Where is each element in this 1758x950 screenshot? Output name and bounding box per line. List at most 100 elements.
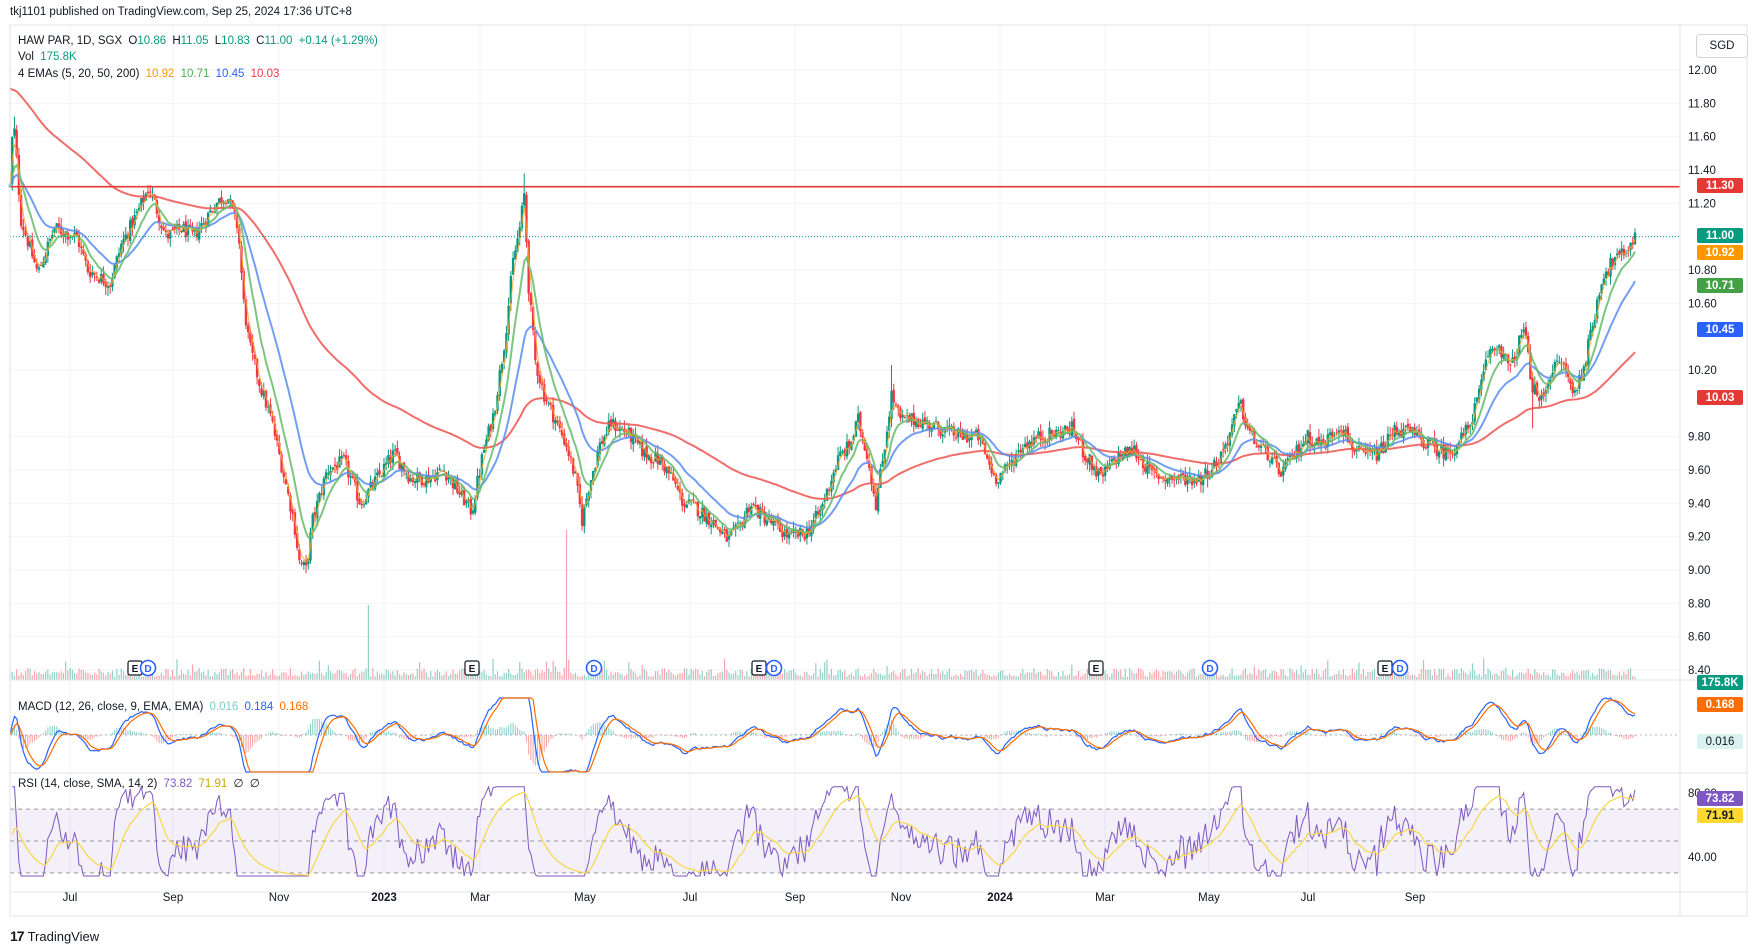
volume-bar: [1104, 670, 1106, 680]
legend-vol-label[interactable]: Vol: [18, 51, 34, 63]
volume-bar: [1429, 669, 1431, 680]
volume-bar: [1576, 671, 1578, 680]
volume-bar: [1113, 668, 1115, 680]
volume-bar: [303, 675, 305, 680]
candle-body: [91, 272, 94, 276]
volume-bar: [1064, 675, 1066, 680]
volume-bar: [906, 676, 908, 680]
volume-bar: [1538, 673, 1540, 680]
volume-bar: [352, 670, 354, 680]
volume-bar: [1008, 673, 1011, 680]
resistance-line[interactable]: [10, 185, 1680, 238]
volume-bar: [933, 674, 935, 680]
volume-bar: [443, 674, 445, 680]
volume-bar: [897, 676, 899, 680]
candle-body: [135, 211, 139, 214]
volume-bar: [1362, 669, 1365, 680]
candle-body: [300, 562, 303, 564]
volume-bar: [1487, 668, 1489, 680]
event-label: D: [1396, 664, 1403, 675]
volume-bar: [1367, 672, 1369, 680]
volume-bar: [1632, 676, 1634, 680]
currency-button[interactable]: SGD: [1696, 34, 1748, 58]
volume-bars: [9, 530, 1636, 680]
volume-bar: [1184, 676, 1186, 680]
volume-bar: [910, 668, 913, 680]
volume-bar: [1048, 670, 1051, 680]
volume-bar: [1073, 676, 1075, 680]
volume-bar: [917, 668, 919, 680]
volume-bar: [247, 675, 249, 680]
event-label: D: [1206, 664, 1213, 675]
volume-bar: [1055, 676, 1057, 680]
volume-bar: [648, 676, 650, 680]
volume-bar: [1558, 675, 1560, 680]
candle-body: [1486, 356, 1490, 358]
volume-bar: [296, 675, 298, 680]
volume-bar: [1013, 675, 1015, 680]
volume-bar: [692, 670, 694, 680]
volume-bar: [452, 669, 454, 680]
volume-bar: [1071, 664, 1073, 680]
volume-bar: [483, 669, 485, 680]
volume-bar: [603, 660, 605, 680]
volume-bar: [349, 674, 352, 680]
chart-canvas[interactable]: EDEDEDEDED 12.0011.8011.6011.4011.2010.8…: [0, 0, 1758, 950]
volume-bar: [697, 669, 699, 680]
volume-bar: [249, 668, 252, 680]
legend-ema-label[interactable]: 4 EMAs (5, 20, 50, 200): [18, 68, 139, 80]
ema-lines: [9, 87, 1636, 563]
volume-bar: [1086, 668, 1088, 680]
volume-bar: [681, 673, 683, 680]
volume-bar: [321, 673, 323, 680]
candle-body: [202, 223, 205, 225]
legend-macd-label[interactable]: MACD (12, 26, close, 9, EMA, EMA): [18, 701, 203, 713]
volume-bar: [939, 673, 942, 680]
volume-bar: [272, 669, 274, 680]
legend-rsi-label[interactable]: RSI (14, close, SMA, 14, 2): [18, 778, 157, 790]
volume-bar: [1583, 670, 1585, 680]
legend-symbol[interactable]: HAW PAR, 1D, SGX: [18, 35, 122, 47]
volume-bar: [855, 670, 857, 680]
volume-bar: [414, 676, 416, 680]
candle-body: [1520, 334, 1523, 338]
volume-bar: [227, 674, 229, 680]
volume-bar: [1077, 670, 1080, 680]
volume-bar: [1097, 675, 1100, 680]
volume-bar: [942, 670, 944, 680]
volume-bar: [394, 675, 396, 680]
volume-bar: [254, 675, 256, 680]
publish-line: tkj1101 published on TradingView.com, Se…: [10, 6, 352, 18]
tradingview-logo[interactable]: 17: [10, 928, 25, 944]
tag-rsi: 73.82: [1697, 791, 1743, 806]
volume-bar: [1244, 668, 1247, 680]
volume-bar: [984, 673, 986, 680]
candle-body: [536, 362, 539, 376]
volume-bar: [1198, 674, 1200, 680]
volume-bar: [1594, 675, 1596, 680]
volume-bar: [997, 672, 999, 680]
candle-body: [267, 406, 270, 408]
volume-bar: [748, 676, 750, 680]
volume-bar: [612, 674, 614, 680]
volume-bar: [605, 669, 608, 680]
volume-bar: [238, 675, 240, 680]
volume-bar: [1162, 670, 1164, 680]
event-label: D: [590, 664, 597, 675]
volume-bar: [979, 673, 982, 680]
volume-bar: [1422, 660, 1425, 680]
volume-bar: [318, 660, 321, 680]
volume-bar: [986, 674, 988, 680]
volume-bar: [1046, 669, 1048, 680]
volume-bar: [167, 669, 169, 680]
volume-bar: [1345, 674, 1347, 680]
volume-bar: [1545, 675, 1547, 680]
volume-bar: [899, 672, 902, 680]
volume-bar: [38, 672, 40, 680]
candle-body: [545, 399, 548, 402]
volume-bar: [1547, 674, 1549, 680]
volume-bar: [65, 661, 67, 680]
volume-bar: [47, 669, 49, 680]
volume-bar: [243, 668, 245, 680]
legend-ema50: 10.45: [215, 68, 245, 80]
